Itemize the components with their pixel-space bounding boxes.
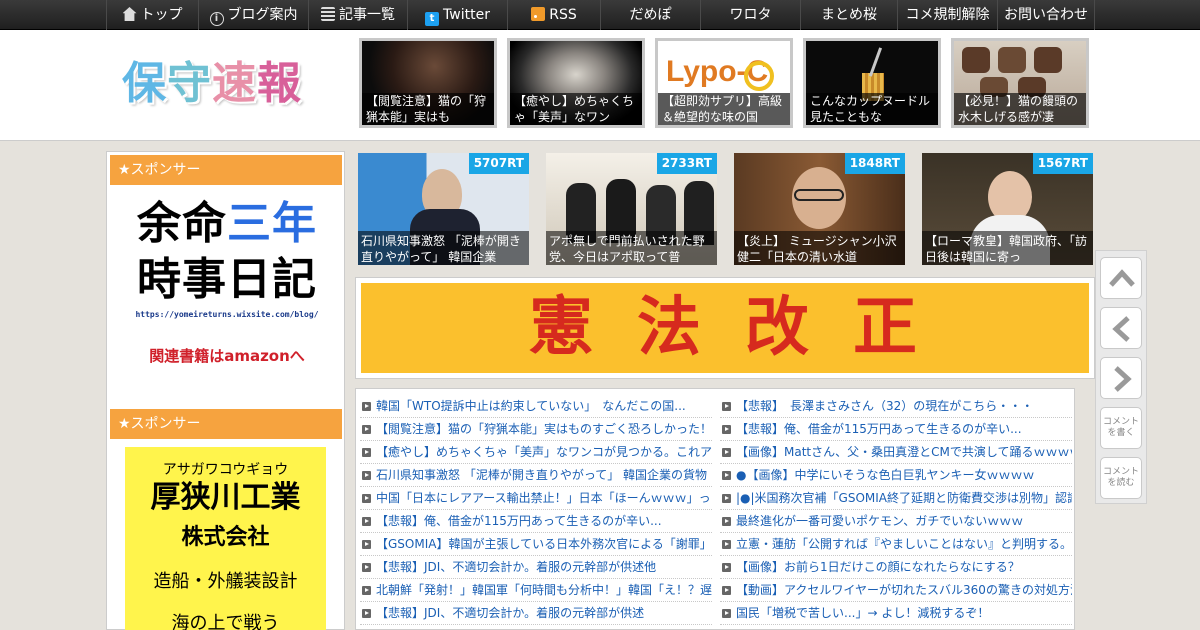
previous-article-button[interactable] <box>1100 307 1142 349</box>
bullet-arrow-icon <box>362 540 371 549</box>
nav-item-matome-sakura[interactable]: まとめ桜 <box>800 0 897 30</box>
chevron-left-icon <box>1112 316 1130 342</box>
article-list: 韓国「WTO提訴中止は約束していない」 なんだこの国... 【閲覧注意】猫の「狩… <box>355 388 1075 630</box>
list-item[interactable]: 【悲報】JDI、不適切会計か。着服の元幹部が供述 <box>360 602 712 625</box>
list-item[interactable]: 【画像】お前ら1日だけこの顔になれたらなにする？ <box>720 556 1072 579</box>
bullet-arrow-icon <box>362 402 371 411</box>
featured-article[interactable]: 2733RT アポ無しで門前払いされた野党、今日はアポ取って普 <box>546 153 717 265</box>
list-item[interactable]: 【悲報】JDI、不適切会計か。着服の元幹部が供述他 <box>360 556 712 579</box>
bullet-arrow-icon <box>362 471 371 480</box>
featured-article[interactable]: 1848RT 【炎上】 ミュージシャン小沢健二「日本の清い水道 <box>734 153 905 265</box>
retweet-count-badge: 2733RT <box>656 153 717 174</box>
home-icon <box>122 7 137 21</box>
list-item[interactable]: 韓国「WTO提訴中止は約束していない」 なんだこの国... <box>360 395 712 418</box>
header-thumb[interactable]: 【必見！】猫の饅頭の水木しげる感が凄 <box>951 38 1089 128</box>
retweet-count-badge: 5707RT <box>468 153 529 174</box>
site-header: 保守速報 【閲覧注意】猫の「狩猟本能」実はも 【癒やし】めちゃくちゃ「美声」なワ… <box>0 30 1200 141</box>
list-item[interactable]: 【悲報】俺、借金が115万円あって生きるのが辛い... <box>720 418 1072 441</box>
info-icon: i <box>209 12 224 26</box>
retweet-count-badge: 1567RT <box>1032 153 1093 174</box>
bullet-arrow-icon <box>362 425 371 434</box>
sponsor-ad-yomei[interactable]: 余命三年 時事日記 https://yomeireturns.wixsite.c… <box>127 196 327 376</box>
sponsor-ad-asagawa[interactable]: アサガワコウギョウ 厚狭川工業 株式会社 造船・外艤装設計 海の上で戦う <box>125 447 326 630</box>
featured-article[interactable]: 1567RT 【ローマ教皇】韓国政府、「訪日後は韓国に寄っ <box>922 153 1093 265</box>
article-column-left: 韓国「WTO提訴中止は約束していない」 なんだこの国... 【閲覧注意】猫の「狩… <box>360 395 712 625</box>
sidebar-heading: ★スポンサー <box>110 155 342 185</box>
rss-icon <box>531 7 546 21</box>
list-item[interactable]: 中国「日本にレアアース輸出禁止！」日本「ほーんｗｗｗ」っ <box>360 487 712 510</box>
list-item[interactable]: 【GSOMIA】韓国が主張している日本外務次官による「謝罪」発 <box>360 533 712 556</box>
sidebar-heading: ★スポンサー <box>110 409 342 439</box>
list-item[interactable]: 北朝鮮「発射！」韓国軍「何時間も分析中！」韓国「え！？遅 <box>360 579 712 602</box>
write-comment-button[interactable]: コメントを書く <box>1100 407 1142 449</box>
twitter-icon: t <box>425 12 440 26</box>
list-icon <box>321 7 335 21</box>
list-item[interactable]: 【癒やし】めちゃくちゃ「美声」なワンコが見つかる。これア <box>360 441 712 464</box>
list-item[interactable]: 【悲報】俺、借金が115万円あって生きるのが辛い... <box>360 510 712 533</box>
top-nav: トップ i ブログ案内 記事一覧 t Twitter RSS だめぽ ワロタ まとめ… <box>0 0 1200 30</box>
bullet-arrow-icon <box>362 448 371 457</box>
bullet-arrow-icon <box>722 563 731 572</box>
bullet-arrow-icon <box>362 586 371 595</box>
bullet-arrow-icon <box>722 609 731 618</box>
bullet-arrow-icon <box>722 402 731 411</box>
header-thumb[interactable]: Lypo-C 【超即効サプリ】高級＆絶望的な味の国 <box>655 38 793 128</box>
list-item[interactable]: 立憲・蓮舫「公開すれば『やましいことはない』と判明する。 <box>720 533 1072 556</box>
bullet-arrow-icon <box>722 471 731 480</box>
bullet-arrow-icon <box>362 517 371 526</box>
header-thumb[interactable]: こんなカップヌードル見たこともな <box>803 38 941 128</box>
nav-item-blog-guide[interactable]: i ブログ案内 <box>198 0 308 30</box>
nav-item-twitter[interactable]: t Twitter <box>407 0 507 30</box>
bullet-arrow-icon <box>722 540 731 549</box>
bullet-arrow-icon <box>362 563 371 572</box>
bullet-arrow-icon <box>722 425 731 434</box>
list-item[interactable]: 国民「増税で苦しい...」→ よし！減税するぞ！ <box>720 602 1072 625</box>
banner-container: 憲法改正 <box>355 277 1095 379</box>
list-item[interactable]: 最終進化が一番可愛いポケモン、ガチでいないｗｗｗ <box>720 510 1072 533</box>
list-item[interactable]: 石川県知事激怒 「泥棒が開き直りやがって」 韓国企業の貨物 <box>360 464 712 487</box>
constitution-revision-banner[interactable]: 憲法改正 <box>361 283 1089 373</box>
nav-item-contact[interactable]: お問い合わせ <box>997 0 1095 30</box>
header-thumb[interactable]: 【癒やし】めちゃくちゃ「美声」なワン <box>507 38 645 128</box>
bullet-arrow-icon <box>362 609 371 618</box>
site-logo[interactable]: 保守速報 <box>122 54 327 114</box>
nav-item-article-list[interactable]: 記事一覧 <box>308 0 407 30</box>
featured-article[interactable]: 5707RT 石川県知事激怒 「泥棒が開き直りやがって」 韓国企業 <box>358 153 529 265</box>
chevron-right-icon <box>1114 366 1132 392</box>
sidebar: ★スポンサー 余命三年 時事日記 https://yomeireturns.wi… <box>106 151 345 630</box>
list-item[interactable]: 【閲覧注意】猫の「狩猟本能」実はものすごく恐ろしかった！ <box>360 418 712 441</box>
nav-item-damepo[interactable]: だめぽ <box>600 0 700 30</box>
list-item[interactable]: 【画像】Mattさん、父・桑田真澄とCMで共演して踊るｗｗｗｗ <box>720 441 1072 464</box>
list-item[interactable]: ●【画像】中学にいそうな色白巨乳ヤンキー女ｗｗｗｗ <box>720 464 1072 487</box>
read-comment-button[interactable]: コメントを読む <box>1100 457 1142 499</box>
list-item[interactable]: 【悲報】 長澤まさみさん（32）の現在がこちら・・・ <box>720 395 1072 418</box>
list-item[interactable]: 【動画】アクセルワイヤーが切れたスバル360の驚きの対処方法 <box>720 579 1072 602</box>
next-article-button[interactable] <box>1100 357 1142 399</box>
retweet-count-badge: 1848RT <box>844 153 905 174</box>
nav-item-top[interactable]: トップ <box>106 0 198 30</box>
header-thumb[interactable]: 【閲覧注意】猫の「狩猟本能」実はも <box>359 38 497 128</box>
article-column-right: 【悲報】 長澤まさみさん（32）の現在がこちら・・・ 【悲報】俺、借金が115万… <box>720 395 1072 625</box>
chevron-up-icon <box>1109 269 1135 287</box>
bullet-arrow-icon <box>362 494 371 503</box>
bullet-arrow-icon <box>722 448 731 457</box>
bullet-arrow-icon <box>722 494 731 503</box>
bullet-arrow-icon <box>722 586 731 595</box>
nav-item-rss[interactable]: RSS <box>507 0 600 30</box>
nav-item-comment-unblock[interactable]: コメ規制解除 <box>897 0 997 30</box>
scroll-top-button[interactable] <box>1100 257 1142 299</box>
list-item[interactable]: |●|米国務次官補「GSOMIA終了延期と防衛費交渉は別物」認識 <box>720 487 1072 510</box>
nav-item-warota[interactable]: ワロタ <box>700 0 800 30</box>
floating-button-panel: コメントを書く コメントを読む <box>1095 250 1147 504</box>
bullet-arrow-icon <box>722 517 731 526</box>
